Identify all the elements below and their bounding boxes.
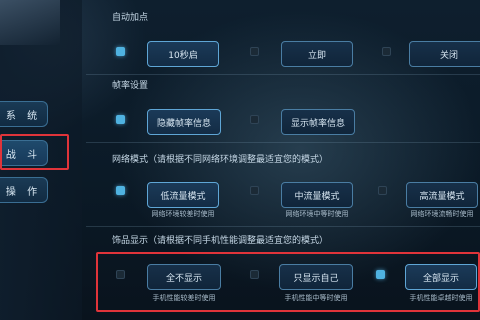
section-title-framerate: 帧率设置	[112, 81, 149, 91]
button-label: 隐藏帧率信息	[156, 118, 211, 129]
button-label: 全部显示	[422, 273, 459, 284]
checkbox-show-fps[interactable]	[250, 115, 259, 124]
show-self-hint: 手机性能中等时使用	[284, 294, 348, 302]
button-label: 关闭	[439, 50, 458, 61]
button-label: 显示帧率信息	[290, 118, 345, 129]
auto-now-button[interactable]: 立即	[281, 41, 353, 67]
highlight-box-combat	[0, 134, 69, 170]
checkbox-auto-now[interactable]	[250, 47, 259, 56]
high-traffic-hint: 网络环境流畅时使用	[410, 210, 474, 218]
section-title-auto: 自动加点	[112, 13, 149, 23]
button-label: 高流量模式	[419, 191, 465, 202]
sidebar-item-label: 系 统	[5, 110, 42, 122]
sidebar-item-system[interactable]: 系 统	[0, 101, 48, 127]
button-label: 全不显示	[165, 273, 202, 284]
show-none-button[interactable]: 全不显示	[147, 264, 221, 290]
sidebar-sheen	[0, 0, 60, 45]
mid-traffic-button[interactable]: 中流量模式	[281, 182, 353, 208]
checkbox-show-self[interactable]	[250, 270, 259, 279]
checkbox-show-none[interactable]	[116, 270, 125, 279]
button-label: 立即	[307, 50, 326, 61]
show-self-button[interactable]: 只显示自己	[279, 264, 353, 290]
checkbox-hide-fps[interactable]	[116, 115, 125, 124]
show-all-hint: 手机性能卓越时使用	[409, 294, 473, 302]
checkbox-low-traffic[interactable]	[116, 186, 125, 195]
checkbox-mid-traffic[interactable]	[250, 186, 259, 195]
divider	[86, 74, 480, 75]
high-traffic-button[interactable]: 高流量模式	[406, 182, 478, 208]
auto-off-button[interactable]: 关闭	[409, 41, 480, 67]
sidebar-item-controls[interactable]: 操 作	[0, 177, 48, 203]
checkbox-auto-off[interactable]	[382, 47, 391, 56]
button-label: 低流量模式	[160, 191, 206, 202]
hide-fps-button[interactable]: 隐藏帧率信息	[147, 109, 221, 135]
low-traffic-button[interactable]: 低流量模式	[147, 182, 219, 208]
show-all-button[interactable]: 全部显示	[405, 264, 477, 290]
button-label: 10秒启	[168, 50, 198, 61]
checkbox-auto-10s[interactable]	[116, 47, 125, 56]
checkbox-show-all[interactable]	[376, 270, 385, 279]
section-title-network: 网络模式（请根据不同网络环境调整最适宜您的模式）	[112, 155, 329, 165]
auto-10s-button[interactable]: 10秒启	[147, 41, 219, 67]
button-label: 中流量模式	[294, 191, 340, 202]
mid-traffic-hint: 网络环境中等时使用	[285, 210, 349, 218]
checkbox-high-traffic[interactable]	[378, 186, 387, 195]
sidebar-item-label: 操 作	[5, 186, 42, 198]
divider	[86, 142, 480, 143]
low-traffic-hint: 网络环境较差时使用	[151, 210, 215, 218]
divider	[86, 226, 480, 227]
section-title-accessory: 饰品显示（请根据不同手机性能调整最适宜您的模式）	[112, 236, 329, 246]
show-fps-button[interactable]: 显示帧率信息	[281, 109, 355, 135]
button-label: 只显示自己	[293, 273, 339, 284]
show-none-hint: 手机性能较差时使用	[152, 294, 216, 302]
